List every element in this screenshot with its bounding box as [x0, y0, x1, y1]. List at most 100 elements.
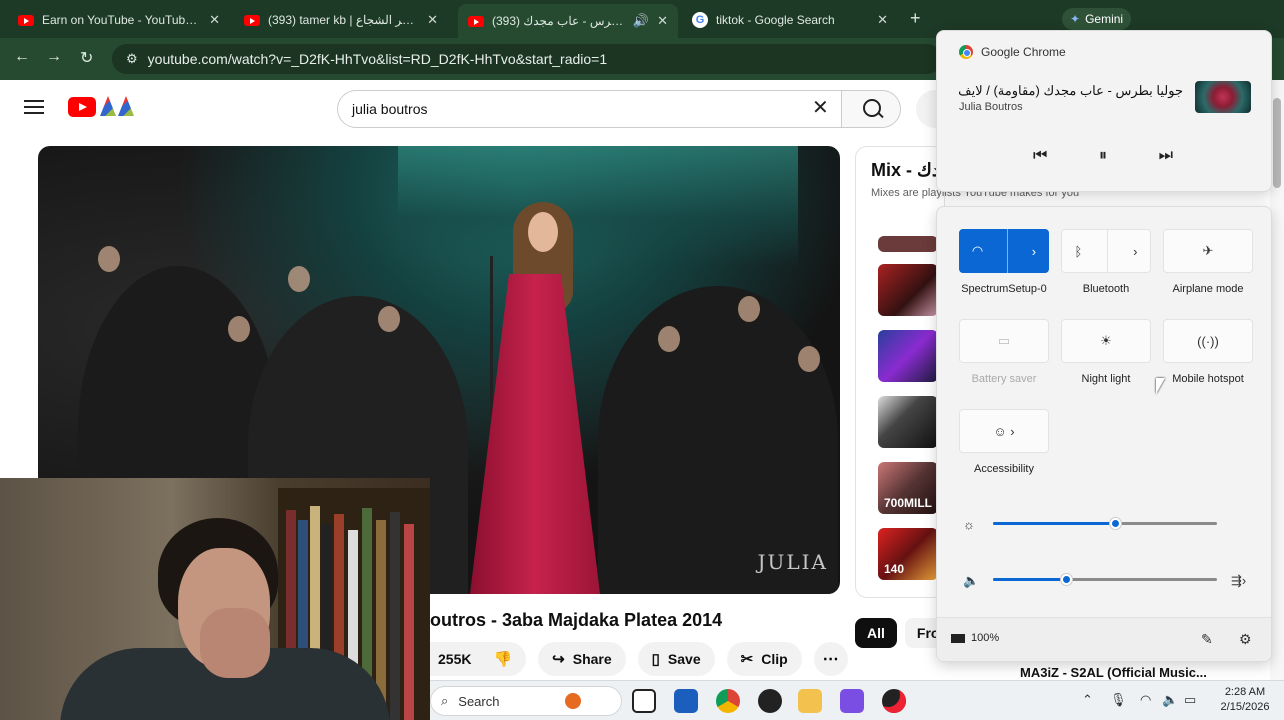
slider-fill	[993, 522, 1117, 525]
slider-knob[interactable]	[1060, 574, 1072, 585]
share-button[interactable]: ↪ Share	[538, 642, 626, 676]
tab-title: tiktok - Google Search	[716, 13, 835, 27]
youtube-logo-icon[interactable]	[68, 97, 96, 117]
back-arrow-icon[interactable]: ←	[14, 48, 30, 66]
new-tab-icon[interactable]: +	[910, 8, 921, 29]
clip-button[interactable]: ✂ Clip	[726, 642, 802, 676]
tab-julia-boutros[interactable]: (393) جوليا بطرس - عاب مجدك 🔊 ✕	[458, 4, 678, 38]
musician-head	[738, 296, 760, 322]
playlist-thumbnail[interactable]	[878, 236, 938, 252]
book	[404, 524, 414, 720]
battery-saver-tile[interactable]: ▭	[959, 319, 1049, 363]
basketball-icon	[565, 693, 582, 709]
tab-tamer-kb[interactable]: (393) tamer kb | تامر الشجاع - YouTube ✕	[234, 6, 448, 34]
media-source: Google Chrome	[959, 45, 1066, 59]
like-count: 255K	[438, 651, 472, 667]
media-song-title: جوليا بطرس - عاب مجدك (مقاومة) / لايف...	[959, 83, 1183, 98]
chevron-right-icon[interactable]: ›	[1133, 244, 1137, 259]
settings-gear-icon[interactable]: ⚙	[1239, 631, 1252, 648]
musician-head	[658, 326, 680, 352]
playlist-thumbnail[interactable]	[878, 330, 938, 382]
search-button[interactable]	[841, 90, 901, 128]
more-options-icon[interactable]: ⋯	[813, 642, 848, 676]
app-icon[interactable]	[840, 689, 864, 713]
bluetooth-tile[interactable]: ᛒ ›	[1061, 229, 1151, 273]
previous-track-icon[interactable]: ⏮	[1033, 147, 1047, 165]
audio-output-icon[interactable]: ⇶›	[1231, 573, 1246, 589]
site-info-icon[interactable]: ⚙	[126, 51, 138, 67]
battery-status[interactable]: 100%	[951, 632, 999, 644]
volume-slider[interactable]	[993, 569, 1217, 589]
search-input[interactable]: julia boutros	[337, 90, 841, 128]
save-button[interactable]: ▯ Save	[637, 642, 715, 676]
media-controls: ⏮ ⏸ ⏭	[1033, 147, 1173, 165]
mobile-hotspot-tile[interactable]: ((·))	[1163, 319, 1253, 363]
video-watermark: JULIA	[757, 550, 828, 574]
chevron-right-icon[interactable]: ›	[1032, 244, 1036, 259]
book	[390, 512, 400, 720]
sparkle-icon: ✦	[1070, 12, 1081, 26]
tab-google-search[interactable]: G tiktok - Google Search ✕	[682, 6, 898, 34]
obs-icon[interactable]	[882, 689, 906, 713]
night-light-tile[interactable]: ☀	[1061, 319, 1151, 363]
singer-face	[528, 212, 558, 252]
google-icon: G	[692, 12, 708, 28]
tray-chevron-icon[interactable]: ⌃	[1082, 692, 1093, 708]
tab-youtube-studio[interactable]: Earn on YouTube - YouTube Studio ✕	[8, 6, 230, 34]
wifi-tray-icon[interactable]: ◠	[1140, 692, 1151, 708]
airplane-mode-tile[interactable]: ✈	[1163, 229, 1253, 273]
slider-knob[interactable]	[1110, 518, 1122, 529]
word-icon[interactable]	[674, 689, 698, 713]
close-tab-icon[interactable]: ✕	[657, 13, 668, 29]
gemini-button[interactable]: ✦ Gemini	[1062, 8, 1132, 30]
close-tab-icon[interactable]: ✕	[209, 12, 220, 28]
steam-icon[interactable]	[758, 689, 782, 713]
edit-pencil-icon[interactable]: ✎	[1201, 631, 1213, 648]
airplane-mode-label: Airplane mode	[1172, 283, 1244, 295]
scrollbar-thumb[interactable]	[1273, 98, 1281, 188]
forward-arrow-icon[interactable]: →	[46, 48, 62, 66]
video-title: outros - 3aba Majdaka Platea 2014	[430, 610, 723, 630]
dislike-icon[interactable]: 👎	[493, 650, 512, 668]
chrome-taskbar-icon[interactable]	[716, 689, 740, 713]
microphone-icon[interactable]: 🎙	[1110, 692, 1127, 708]
taskbar-clock[interactable]: 2:28 AM 2/15/2026	[1210, 685, 1280, 715]
musician-head	[798, 346, 820, 372]
next-track-icon[interactable]: ⏭	[1159, 147, 1173, 165]
address-bar[interactable]: ⚙ youtube.com/watch?v=_D2fK-HhTvo&list=R…	[112, 44, 942, 74]
pause-icon[interactable]: ⏸	[1099, 147, 1107, 165]
doodle-icon[interactable]	[100, 96, 152, 118]
speaker-icon[interactable]: 🔊	[633, 13, 649, 29]
share-icon: ↪	[552, 651, 565, 668]
volume-tray-icon[interactable]: 🔈	[1162, 692, 1178, 708]
task-view-icon[interactable]	[632, 689, 656, 713]
reload-icon[interactable]: ↻	[80, 48, 93, 68]
like-button[interactable]: 255K 👎	[430, 642, 527, 676]
clear-search-icon[interactable]: ✕	[812, 98, 829, 118]
taskbar-search[interactable]: ⌕ Search	[430, 686, 622, 716]
menu-icon[interactable]	[24, 100, 44, 114]
search-icon: ⌕	[441, 693, 449, 708]
next-video-title[interactable]: MA3iZ - S2AL (Official Music...	[1020, 665, 1207, 680]
wifi-tile[interactable]: ◠ ›	[959, 229, 1049, 273]
battery-tray-icon[interactable]: ▭	[1184, 692, 1196, 708]
volume-icon[interactable]: 🔈	[963, 573, 979, 589]
brightness-slider[interactable]	[993, 513, 1217, 533]
bluetooth-label: Bluetooth	[1082, 283, 1130, 295]
page-scrollbar[interactable]	[1270, 80, 1284, 680]
orchestra-right	[598, 286, 838, 594]
close-tab-icon[interactable]: ✕	[877, 12, 888, 28]
youtube-icon	[18, 14, 34, 26]
chip-all[interactable]: All	[855, 618, 897, 648]
accessibility-tile[interactable]: ☺ ›	[959, 409, 1049, 453]
playlist-thumbnail[interactable]	[878, 396, 938, 448]
playlist-thumbnail[interactable]: 140	[878, 528, 938, 580]
playlist-thumbnail[interactable]	[878, 264, 938, 316]
close-tab-icon[interactable]: ✕	[427, 12, 438, 28]
playlist-thumbnail[interactable]: 700MILL	[878, 462, 938, 514]
file-explorer-icon[interactable]	[798, 689, 822, 713]
scissors-icon: ✂	[740, 651, 754, 668]
youtube-icon	[244, 14, 260, 26]
tile-divider	[1107, 229, 1109, 273]
media-artwork	[1195, 81, 1251, 113]
